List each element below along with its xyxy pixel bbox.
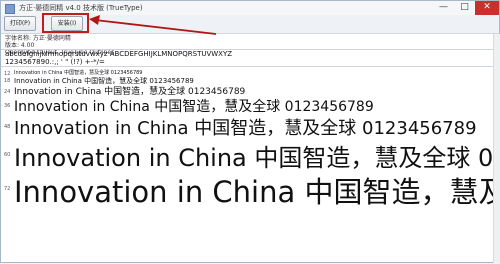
install-highlight-box [42, 13, 89, 33]
sample-text: Innovation in China 中国智造，慧及全球 0123456789 [14, 99, 374, 115]
font-viewer-window: 方正·晏德同精 v4.0 技术版 (TrueType) — □ ✕ 打印(P) … [0, 0, 500, 263]
alphabet-letters: abcdefghijklmnopqrstuvwxyz ABCDEFGHIJKLM… [5, 50, 233, 58]
sample-text: Innovation in China 中国智造，慧及全球 0123456789 [14, 176, 493, 209]
sample-rows: 12 Innovation in China 中国智造，慧及全球 01234567… [1, 67, 493, 263]
sample-size-label: 18 [4, 78, 11, 85]
window-title: 方正·晏德同精 v4.0 技术版 (TrueType) [19, 4, 143, 12]
vertical-scrollbar[interactable] [493, 34, 500, 263]
sample-size-label: 36 [4, 102, 11, 109]
font-version-line: 版本: 4.00 [5, 42, 35, 49]
sample-text: Innovation in China 中国智造，慧及全球 0123456789 [14, 118, 477, 139]
sample-size-label: 60 [4, 152, 11, 159]
sample-size-label: 72 [4, 186, 11, 193]
sample-row: 48 Innovation in China 中国智造，慧及全球 01234567… [1, 118, 493, 144]
sample-text: Innovation in China 中国智造，慧及全球 0123456789 [14, 144, 493, 172]
alphabet-preview: abcdefghijklmnopqrstuvwxyz ABCDEFGHIJKLM… [5, 50, 232, 66]
alphabet-digits: 1234567890.:,; ' " (!?) +-*/= [5, 58, 105, 66]
maximize-button[interactable]: □ [454, 1, 475, 15]
minimize-button[interactable]: — [433, 1, 454, 15]
close-button[interactable]: ✕ [475, 1, 499, 15]
sample-size-label: 24 [4, 89, 11, 96]
sample-row: 60Innovation in China 中国智造，慧及全球 01234567… [1, 144, 493, 176]
sample-size-label: 48 [4, 124, 11, 131]
print-button[interactable]: 打印(P) [4, 16, 36, 31]
sample-row: 72Innovation in China 中国智造，慧及全球 01234567… [1, 176, 493, 213]
app-icon [5, 4, 15, 14]
font-name-line: 字体名称: 方正·晏德同精 [5, 35, 71, 42]
sample-row: 36 Innovation in China 中国智造，慧及全球 01234567… [1, 98, 493, 120]
